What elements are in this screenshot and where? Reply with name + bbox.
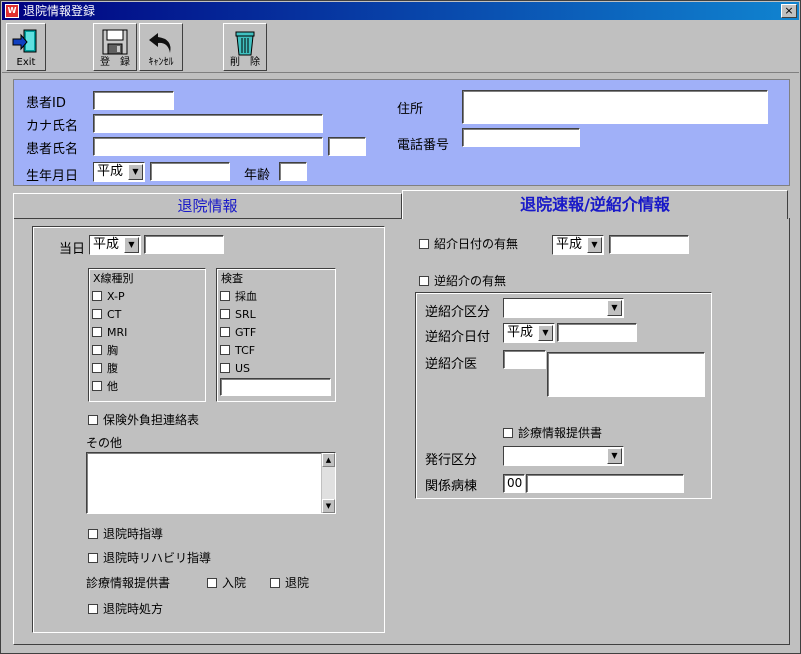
kana-name-field[interactable] xyxy=(93,114,323,133)
chevron-down-icon: ▼ xyxy=(587,237,602,253)
dob-field[interactable] xyxy=(150,162,230,181)
issue-category-select[interactable]: ▼ xyxy=(503,446,624,466)
other-label: その他 xyxy=(86,436,123,450)
tab-referral-info[interactable]: 退院速報/逆紹介情報 xyxy=(402,190,788,219)
chevron-down-icon: ▼ xyxy=(538,325,553,341)
referral-date-checkbox[interactable]: 紹介日付の有無 xyxy=(419,237,518,251)
exit-icon xyxy=(12,29,37,53)
scrollbar[interactable]: ▲ ▼ xyxy=(321,453,335,513)
chevron-down-icon: ▼ xyxy=(607,448,622,464)
scroll-down-icon[interactable]: ▼ xyxy=(322,499,335,513)
date-field[interactable] xyxy=(144,235,224,254)
title-bar: W 退院情報登録 × xyxy=(2,2,799,20)
address-label: 住所 xyxy=(397,102,424,117)
ward-label: 関係病棟 xyxy=(425,479,478,494)
trash-can-icon xyxy=(235,31,255,56)
tab-discharge-info[interactable]: 退院情報 xyxy=(13,193,402,219)
exam-item-checkbox[interactable]: GTF xyxy=(220,326,256,340)
chevron-down-icon: ▼ xyxy=(128,164,143,180)
chevron-down-icon: ▼ xyxy=(124,237,139,253)
patient-id-field[interactable] xyxy=(93,91,174,110)
exam-other-field[interactable] xyxy=(220,378,331,396)
patient-name-field[interactable] xyxy=(93,137,323,156)
referral-date-field[interactable] xyxy=(609,235,689,254)
xray-item-checkbox[interactable]: 腹 xyxy=(92,362,118,376)
guidance-checkbox[interactable]: 退院時指導 xyxy=(88,527,163,541)
reverse-referral-checkbox[interactable]: 逆紹介の有無 xyxy=(419,274,506,288)
reverse-category-label: 逆紹介区分 xyxy=(425,305,491,320)
xray-item-checkbox[interactable]: 他 xyxy=(92,380,118,394)
prescription-checkbox[interactable]: 退院時処方 xyxy=(88,602,163,616)
window-title: 退院情報登録 xyxy=(23,4,96,18)
main-window: W 退院情報登録 × Exit 登 録 ｷｬﾝｾﾙ 削 除 患者ID カナ氏名 … xyxy=(0,0,801,654)
patient-name-label: 患者氏名 xyxy=(26,142,79,157)
exam-item-checkbox[interactable]: 採血 xyxy=(220,290,257,304)
floppy-disk-icon xyxy=(102,29,128,55)
discharge-info-panel: 当日 平成 ▼ X線種別 X-P CT MRI 胸腹他 検査 採血 SRL GTF TCF US… xyxy=(32,226,385,633)
discharge-checkbox[interactable]: 退院 xyxy=(270,576,309,590)
patient-id-label: 患者ID xyxy=(26,96,66,111)
address-field[interactable] xyxy=(462,90,768,124)
exam-item-checkbox[interactable]: US xyxy=(220,362,250,376)
age-field[interactable] xyxy=(279,162,307,181)
scroll-up-icon[interactable]: ▲ xyxy=(322,453,335,467)
ward-name-field[interactable] xyxy=(526,474,684,493)
provision-doc-checkbox[interactable]: 診療情報提供書 xyxy=(503,426,602,440)
date-label: 当日 xyxy=(59,242,86,257)
admit-checkbox[interactable]: 入院 xyxy=(207,576,246,590)
other-textarea[interactable]: ▲ ▼ xyxy=(86,452,336,514)
xray-item-checkbox[interactable]: X-P xyxy=(92,290,125,304)
doctor-label: 逆紹介医 xyxy=(425,357,478,372)
phone-field[interactable] xyxy=(462,128,580,147)
reverse-date-label: 逆紹介日付 xyxy=(425,330,491,345)
kana-name-label: カナ氏名 xyxy=(26,119,79,134)
ward-code-field[interactable]: 00 xyxy=(503,474,525,493)
dob-label: 生年月日 xyxy=(26,169,79,184)
dob-era-select[interactable]: 平成 ▼ xyxy=(93,162,145,182)
xray-item-checkbox[interactable]: CT xyxy=(92,308,121,322)
xray-title: X線種別 xyxy=(93,272,134,285)
sex-field[interactable] xyxy=(328,137,366,156)
xray-item-checkbox[interactable]: 胸 xyxy=(92,344,118,358)
doctor-code-field[interactable] xyxy=(503,350,546,369)
cancel-button[interactable]: ｷｬﾝｾﾙ xyxy=(139,23,183,71)
close-button[interactable]: × xyxy=(781,4,797,18)
reverse-referral-group: 逆紹介区分 ▼ 逆紹介日付 平成 ▼ 逆紹介医 診療情報提供書 発行区分 ▼ 関係… xyxy=(415,292,712,499)
age-label: 年齢 xyxy=(244,168,271,183)
reverse-date-field[interactable] xyxy=(557,323,637,342)
exam-item-checkbox[interactable]: TCF xyxy=(220,344,255,358)
chevron-down-icon: ▼ xyxy=(607,300,622,316)
exit-button[interactable]: Exit xyxy=(6,23,46,71)
app-icon: W xyxy=(5,4,19,18)
exam-item-checkbox[interactable]: SRL xyxy=(220,308,256,322)
issue-category-label: 発行区分 xyxy=(425,453,478,468)
provision-label: 診療情報提供書 xyxy=(86,576,171,590)
toolbar: Exit 登 録 ｷｬﾝｾﾙ 削 除 xyxy=(2,21,799,73)
date-era-select[interactable]: 平成 ▼ xyxy=(89,235,141,255)
register-button[interactable]: 登 録 xyxy=(93,23,137,71)
exam-title: 検査 xyxy=(221,272,243,285)
referral-era-select[interactable]: 平成 ▼ xyxy=(552,235,604,255)
undo-arrow-icon xyxy=(149,33,171,53)
patient-info-panel: 患者ID カナ氏名 患者氏名 生年月日 平成 ▼ 年齢 住所 電話番号 xyxy=(13,79,790,186)
reverse-category-select[interactable]: ▼ xyxy=(503,298,624,318)
reverse-era-select[interactable]: 平成 ▼ xyxy=(503,323,555,343)
insurance-checkbox[interactable]: 保険外負担連絡表 xyxy=(88,413,199,427)
phone-label: 電話番号 xyxy=(397,138,450,153)
xray-item-checkbox[interactable]: MRI xyxy=(92,326,127,340)
delete-button[interactable]: 削 除 xyxy=(223,23,267,71)
rehab-checkbox[interactable]: 退院時リハビリ指導 xyxy=(88,551,211,565)
doctor-name-field[interactable] xyxy=(547,352,705,397)
